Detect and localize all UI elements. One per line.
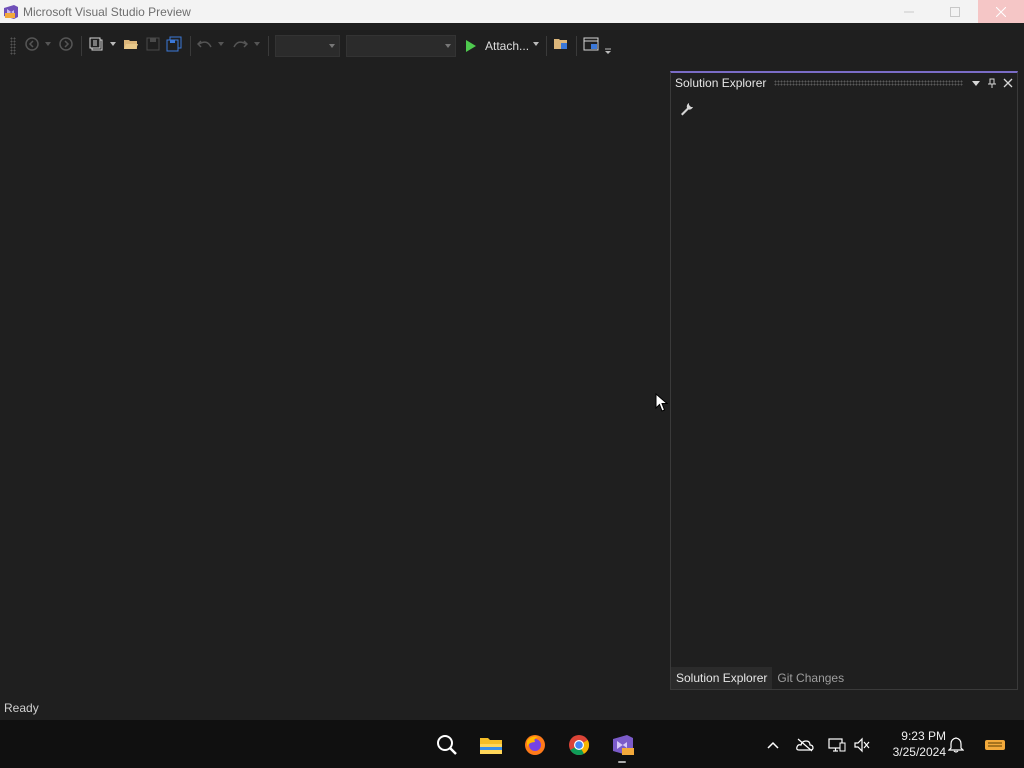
navigate-forward-button[interactable] bbox=[56, 34, 76, 54]
chevron-down-icon bbox=[533, 42, 539, 46]
clock-date: 3/25/2024 bbox=[892, 745, 946, 759]
volume-status[interactable] bbox=[853, 736, 871, 754]
title-bar: Microsoft Visual Studio Preview bbox=[0, 0, 1024, 23]
start-button-label: Attach... bbox=[485, 39, 530, 53]
play-icon bbox=[466, 40, 476, 52]
window-title: Microsoft Visual Studio Preview bbox=[23, 4, 191, 19]
volume-muted-icon bbox=[854, 737, 870, 753]
toolbar-overflow-icon bbox=[605, 48, 611, 54]
minimize-button[interactable] bbox=[886, 0, 932, 23]
panel-drag-handle[interactable] bbox=[774, 80, 963, 86]
solution-explorer-header[interactable]: Solution Explorer bbox=[671, 73, 1017, 93]
taskbar-file-explorer[interactable] bbox=[478, 732, 504, 758]
panel-tab-strip: Solution Explorer Git Changes bbox=[671, 667, 1017, 689]
close-icon[interactable] bbox=[1003, 78, 1013, 88]
save-icon bbox=[146, 37, 160, 51]
solution-explorer-panel: Solution Explorer Solution Explorer Git … bbox=[670, 71, 1018, 690]
toolbar-separator bbox=[81, 36, 82, 56]
onedrive-icon bbox=[796, 738, 814, 752]
save-all-button[interactable] bbox=[164, 34, 184, 54]
tab-git-changes[interactable]: Git Changes bbox=[772, 667, 849, 689]
network-icon bbox=[828, 738, 846, 752]
close-icon bbox=[996, 6, 1006, 17]
navigate-back-button[interactable] bbox=[22, 34, 42, 54]
toolbar-separator bbox=[576, 36, 577, 56]
taskbar-firefox[interactable] bbox=[522, 732, 548, 758]
close-window-button[interactable] bbox=[978, 0, 1024, 23]
new-project-icon bbox=[89, 37, 103, 51]
undo-button[interactable] bbox=[195, 34, 215, 54]
window-controls bbox=[886, 0, 1024, 23]
save-button[interactable] bbox=[143, 34, 163, 54]
show-hidden-icons-icon bbox=[767, 741, 779, 749]
active-app-indicator bbox=[618, 761, 626, 763]
pin-icon[interactable] bbox=[987, 78, 997, 88]
toolbar-grip[interactable] bbox=[10, 37, 16, 55]
notification-center-button[interactable] bbox=[947, 736, 965, 754]
toolbar-separator bbox=[546, 36, 547, 56]
file-explorer-icon bbox=[480, 738, 502, 754]
new-project-button[interactable] bbox=[87, 34, 107, 54]
tab-solution-explorer[interactable]: Solution Explorer bbox=[671, 667, 773, 689]
panel-title: Solution Explorer bbox=[675, 76, 767, 90]
status-bar: Ready bbox=[0, 698, 1024, 720]
chevron-down-icon bbox=[254, 42, 260, 46]
undo-dropdown[interactable] bbox=[216, 34, 226, 54]
new-project-dropdown[interactable] bbox=[108, 34, 118, 54]
open-file-icon bbox=[124, 40, 138, 49]
toolbar-overflow-button[interactable] bbox=[603, 41, 613, 61]
chevron-down-icon bbox=[445, 44, 451, 48]
onedrive-status[interactable] bbox=[796, 736, 814, 754]
status-text: Ready bbox=[4, 701, 39, 715]
chevron-down-icon bbox=[218, 42, 224, 46]
search-icon bbox=[437, 735, 457, 755]
undo-icon bbox=[197, 40, 212, 48]
start-debugging-button[interactable]: Attach... bbox=[463, 35, 529, 57]
navigate-back-dropdown[interactable] bbox=[43, 34, 53, 54]
mouse-cursor-icon bbox=[655, 393, 669, 412]
navigate-forward-icon bbox=[59, 37, 73, 51]
chevron-down-icon bbox=[110, 42, 116, 46]
firefox-icon bbox=[525, 735, 545, 755]
clock-time: 9:23 PM bbox=[901, 729, 946, 743]
visual-studio-preview-icon bbox=[613, 735, 634, 755]
minimize-icon bbox=[904, 11, 914, 12]
layout-icon bbox=[583, 37, 599, 51]
taskbar-visual-studio-preview[interactable] bbox=[610, 732, 636, 758]
visual-studio-preview-logo-icon bbox=[4, 4, 18, 19]
show-hidden-icons-button[interactable] bbox=[764, 736, 782, 754]
window-position-dropdown-icon[interactable] bbox=[971, 78, 981, 88]
solution-platform-dropdown[interactable] bbox=[346, 35, 456, 57]
redo-icon bbox=[233, 40, 248, 48]
taskbar-clock[interactable]: 9:23 PM 3/25/2024 bbox=[880, 728, 946, 760]
solution-configuration-dropdown[interactable] bbox=[275, 35, 340, 57]
properties-wrench-icon[interactable] bbox=[679, 101, 695, 117]
folder-view-button[interactable] bbox=[551, 34, 571, 54]
layout-button[interactable] bbox=[581, 34, 601, 54]
save-all-icon bbox=[166, 36, 182, 52]
panel-header-controls bbox=[971, 78, 1013, 88]
toolbar-separator bbox=[190, 36, 191, 56]
chevron-down-icon bbox=[329, 44, 335, 48]
preview-badge-icon bbox=[985, 740, 1005, 750]
network-status[interactable] bbox=[828, 736, 846, 754]
vs-preview-tray-badge[interactable] bbox=[985, 736, 1005, 754]
toolbar-separator bbox=[268, 36, 269, 56]
start-debugging-dropdown[interactable] bbox=[531, 34, 541, 54]
chevron-down-icon bbox=[45, 42, 51, 46]
taskbar-search[interactable] bbox=[434, 732, 460, 758]
redo-button[interactable] bbox=[230, 34, 250, 54]
navigate-back-icon bbox=[25, 37, 39, 51]
folder-view-icon bbox=[554, 39, 567, 49]
maximize-icon bbox=[950, 6, 960, 17]
redo-dropdown[interactable] bbox=[252, 34, 262, 54]
chrome-icon bbox=[569, 735, 590, 756]
open-file-button[interactable] bbox=[121, 34, 141, 54]
taskbar-chrome[interactable] bbox=[566, 732, 592, 758]
notification-bell-icon bbox=[948, 737, 964, 753]
maximize-button[interactable] bbox=[932, 0, 978, 23]
